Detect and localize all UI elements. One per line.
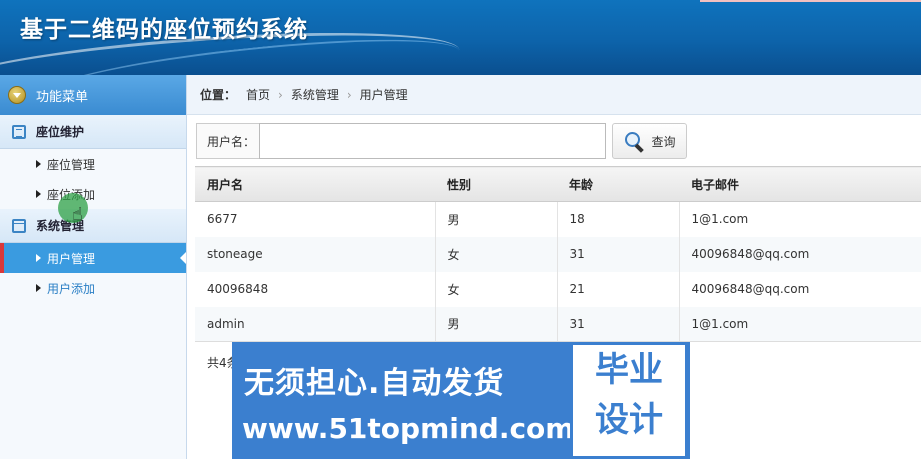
cell-username: stoneage [207, 247, 263, 261]
header-top-strip [700, 0, 921, 2]
search-icon [624, 131, 646, 151]
column-header-username[interactable]: 用户名 [195, 166, 435, 202]
cell-gender: 男 [434, 201, 557, 237]
sidebar-item-label: 座位管理 [47, 157, 96, 172]
cell-age: 31 [556, 236, 679, 272]
cell-age: 31 [556, 306, 679, 342]
chevron-down-icon [8, 86, 26, 104]
sidebar: 功能菜单 座位维护 座位管理 座位添加 系统管理 用户管理 用户添加 [0, 75, 187, 459]
sidebar-group-system[interactable]: 系统管理 [0, 209, 186, 243]
hand-cursor-icon: ☝ [72, 204, 83, 225]
watermark-badge-line: 毕业 [595, 350, 663, 390]
caret-right-icon [36, 284, 41, 292]
breadcrumb-separator: › [346, 87, 352, 102]
sidebar-item-label: 用户添加 [47, 281, 96, 296]
sidebar-menu-header[interactable]: 功能菜单 [0, 75, 186, 115]
search-button[interactable]: 查询 [612, 123, 688, 159]
username-search-input[interactable] [259, 123, 607, 159]
caret-right-icon [36, 190, 41, 198]
watermark-badge-line: 设计 [595, 400, 663, 440]
cell-age: 21 [556, 271, 679, 307]
table-row[interactable]: stoneage 女 31 40096848@qq.com [195, 236, 921, 272]
watermark-slogan: 无须担心.自动发货 [244, 366, 505, 401]
user-table: 用户名 性别 年龄 电子邮件 6677 男 18 1@1.com stoneag… [195, 166, 921, 342]
sidebar-item-user-add[interactable]: 用户添加 [0, 273, 186, 303]
cell-username: 40096848 [207, 282, 269, 296]
list-icon [12, 124, 26, 139]
sidebar-group-seat[interactable]: 座位维护 [0, 115, 186, 149]
breadcrumb-item-current: 用户管理 [359, 88, 408, 102]
sidebar-item-seat-add[interactable]: 座位添加 [0, 179, 186, 209]
sidebar-item-label: 用户管理 [47, 251, 96, 266]
cell-username: admin [195, 306, 435, 342]
search-bar: 用户名： 查询 [196, 123, 688, 159]
watermark-url: www.51topmind.com [242, 412, 575, 445]
caret-right-icon [36, 160, 41, 168]
cell-username: 6677 [207, 212, 238, 227]
cell-email: 40096848@qq.com [678, 271, 921, 307]
table-row[interactable]: admin 男 31 1@1.com [195, 306, 921, 342]
cell-email: 40096848@qq.com [678, 236, 921, 272]
table-row[interactable]: 40096848 女 21 40096848@qq.com [195, 271, 921, 307]
sidebar-item-seat-manage[interactable]: 座位管理 [0, 149, 186, 179]
breadcrumb-item-home[interactable]: 首页 [246, 86, 270, 103]
table-row[interactable]: 6677 男 18 1@1.com [195, 201, 921, 237]
column-header-age[interactable]: 年龄 [557, 166, 679, 202]
sidebar-item-user-manage[interactable]: 用户管理 [0, 243, 186, 273]
breadcrumb: 位置： 首页 › 系统管理 › 用户管理 [187, 75, 921, 115]
search-button-label: 查询 [651, 134, 676, 149]
column-header-email[interactable]: 电子邮件 [679, 166, 921, 202]
sidebar-menu-title: 功能菜单 [36, 89, 89, 105]
cell-gender: 女 [434, 271, 557, 307]
breadcrumb-separator: › [278, 87, 283, 102]
column-header-gender[interactable]: 性别 [435, 166, 557, 202]
cell-age: 18 [556, 201, 679, 237]
app-header: 基于二维码的座位预约系统 [0, 0, 921, 75]
cell-email: 1@1.com [678, 201, 921, 237]
calendar-icon [12, 218, 26, 233]
watermark-banner: 无须担心.自动发货 www.51topmind.com 毕业 设计 [232, 342, 690, 459]
breadcrumb-label: 位置： [200, 88, 237, 102]
table-header-row: 用户名 性别 年龄 电子邮件 [195, 166, 921, 202]
cell-gender: 女 [434, 236, 557, 272]
cell-gender: 男 [434, 306, 557, 342]
cell-email: 1@1.com [678, 306, 921, 342]
breadcrumb-item-system[interactable]: 系统管理 [291, 86, 339, 103]
watermark-badge: 毕业 设计 [570, 342, 688, 459]
username-label: 用户名： [196, 123, 260, 159]
app-title: 基于二维码的座位预约系统 [20, 17, 308, 43]
caret-right-icon [36, 254, 41, 262]
sidebar-group-label: 座位维护 [36, 125, 85, 139]
